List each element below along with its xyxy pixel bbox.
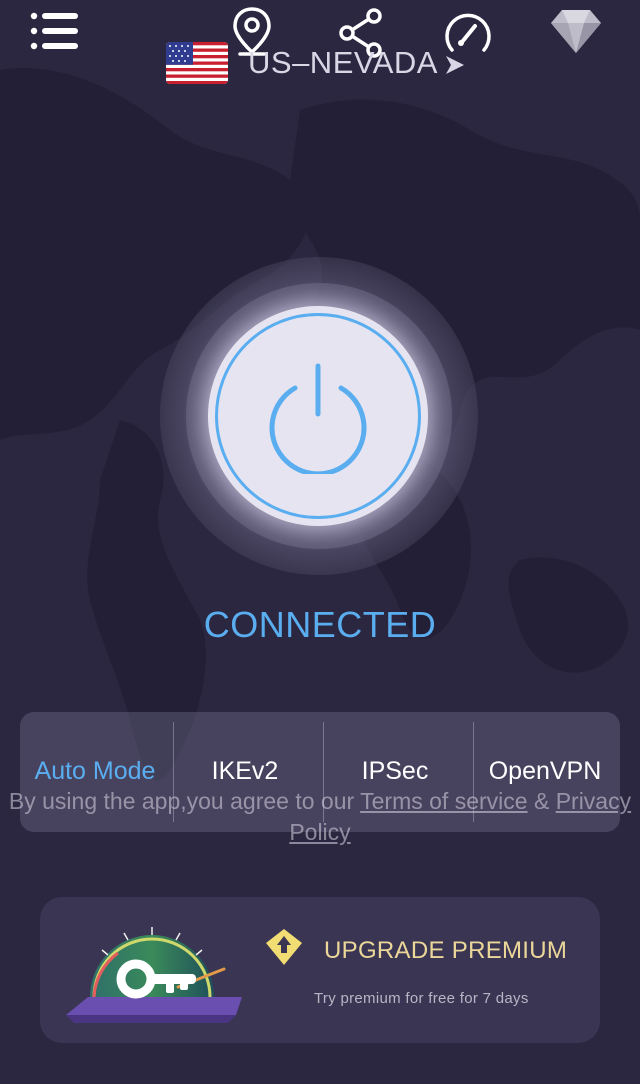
speed-key-illustration (66, 927, 242, 1023)
power-icon (269, 363, 367, 474)
connection-status: CONNECTED (203, 604, 437, 645)
premium-subtitle: Try premium for free for 7 days (314, 990, 529, 1007)
menu-button[interactable] (28, 10, 80, 56)
connect-power-button[interactable] (208, 306, 428, 526)
terms-notice: By using the app,you agree to our Terms … (0, 786, 640, 848)
protocol-label: IPSec (361, 757, 429, 785)
terms-of-service-link[interactable]: Terms of service (360, 788, 527, 814)
premium-diamond-button[interactable] (548, 6, 604, 56)
diamond-icon (551, 10, 601, 53)
premium-upgrade-icon (266, 929, 302, 965)
terms-prefix: By using the app,you agree to our (8, 788, 361, 814)
premium-title: UPGRADE PREMIUM (324, 937, 568, 964)
location-selector[interactable]: US–NEVADA (166, 40, 466, 86)
upgrade-premium-card[interactable]: UPGRADE PREMIUM Try premium for free for… (40, 897, 600, 1043)
location-name: US–NEVADA (248, 45, 438, 80)
location-arrow-icon (446, 56, 464, 74)
protocol-label: IKEv2 (211, 757, 279, 785)
protocol-label: Auto Mode (34, 757, 156, 785)
terms-joiner: & (527, 788, 556, 814)
us-flag-icon (166, 42, 228, 84)
protocol-label: OpenVPN (488, 757, 602, 785)
menu-icon (30, 12, 78, 50)
